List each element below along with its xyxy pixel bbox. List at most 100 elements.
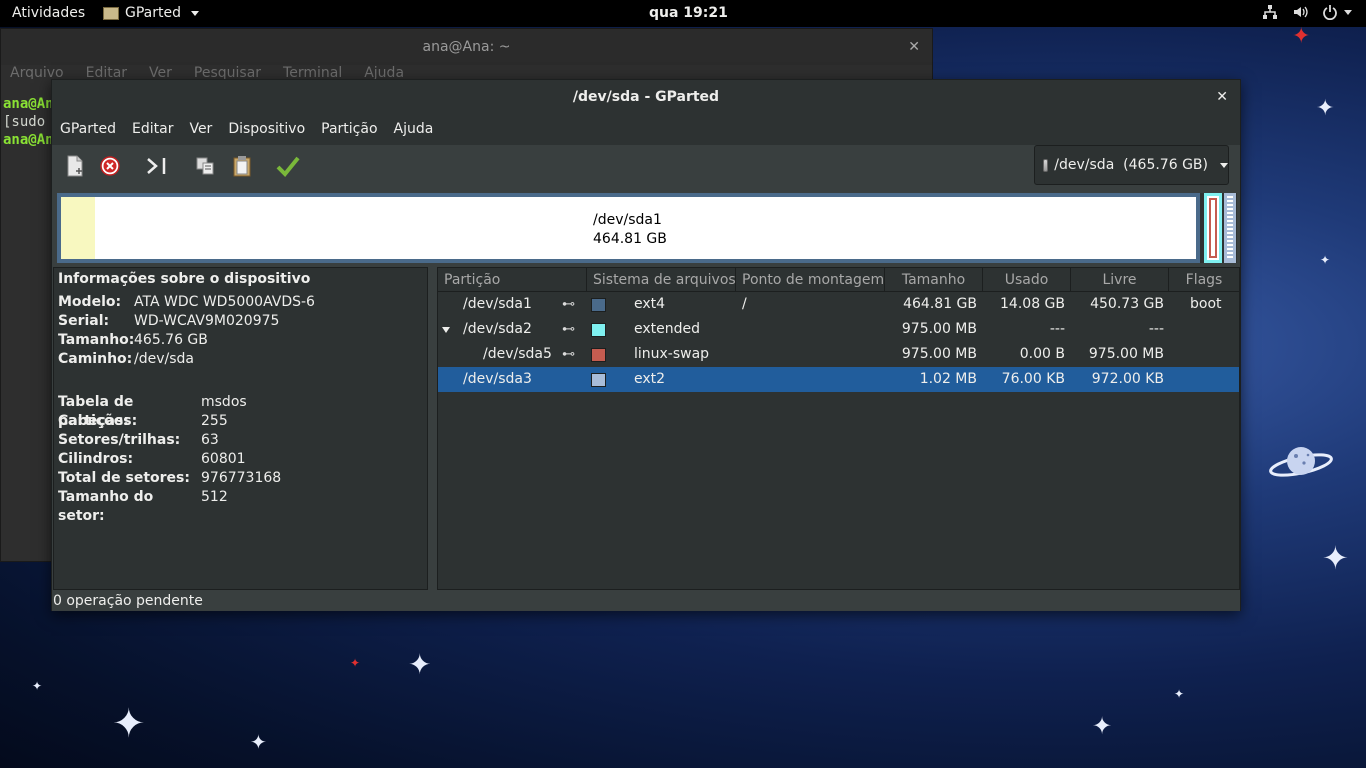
star-decoration: ✦ (1292, 24, 1311, 49)
new-document-icon (67, 155, 83, 177)
info-heads: 255 (201, 413, 228, 429)
terminal-line: ana@An (3, 96, 54, 112)
filesystem-color-swatch (591, 373, 606, 387)
close-icon[interactable]: ✕ (908, 29, 920, 65)
info-label: Modelo: (58, 294, 122, 310)
table-row[interactable]: /dev/sda5 ⊷ linux-swap 975.00 MB 0.00 B 975.0… (438, 342, 1239, 367)
info-sector-size: 512 (201, 489, 228, 505)
copy-icon (196, 157, 214, 175)
cell-filesystem: ext4 (634, 296, 666, 312)
cell-used: 0.00 B (1019, 346, 1065, 362)
table-header: Partição Sistema de arquivos Ponto de mo… (438, 268, 1239, 292)
info-model: ATA WDC WD5000AVDS-6 (134, 294, 315, 310)
terminal-menu-terminal[interactable]: Terminal (283, 65, 342, 79)
terminal-line: [sudo (3, 114, 46, 130)
info-label: Total de setores: (58, 470, 190, 486)
star-decoration: ✦ (1174, 687, 1185, 701)
copy-button[interactable] (192, 153, 218, 179)
menu-dispositivo[interactable]: Dispositivo (228, 115, 313, 145)
apply-button[interactable] (275, 153, 301, 179)
cell-free: 972.00 KB (1091, 371, 1164, 387)
cell-size: 975.00 MB (901, 346, 977, 362)
paste-button[interactable] (229, 153, 255, 179)
terminal-output[interactable]: ana@An [sudo ana@An (3, 95, 54, 149)
menu-ajuda[interactable]: Ajuda (394, 115, 442, 145)
star-decoration: ✦ (408, 648, 432, 681)
info-label: Caminho: (58, 351, 133, 367)
terminal-menu-editar[interactable]: Editar (86, 65, 127, 79)
activities-button[interactable]: Atividades (12, 5, 85, 21)
column-header-free[interactable]: Livre (1071, 268, 1169, 291)
terminal-menu-pesquisar[interactable]: Pesquisar (194, 65, 261, 79)
column-header-flags[interactable]: Flags (1169, 268, 1239, 291)
cell-size: 975.00 MB (901, 321, 977, 337)
column-header-particao[interactable]: Partição (438, 268, 587, 291)
disk-map-partition-sda2[interactable] (1204, 193, 1222, 263)
volume-icon (1294, 6, 1308, 18)
chevron-down-icon (191, 10, 199, 16)
power-icon (1323, 5, 1337, 20)
info-label: Cabeças: (58, 413, 129, 429)
system-tray[interactable] (1262, 4, 1352, 20)
resize-move-button[interactable] (144, 153, 170, 179)
info-label: Tabela de partições: (58, 394, 138, 429)
terminal-menubar: Arquivo Editar Ver Pesquisar Terminal Aj… (1, 65, 932, 79)
harddisk-icon (1043, 158, 1049, 172)
cell-free: 450.73 GB (1090, 296, 1164, 312)
gparted-titlebar[interactable]: /dev/sda - GParted ✕ (52, 80, 1240, 115)
expander-icon[interactable] (442, 327, 450, 333)
used-space-bar (61, 197, 95, 259)
column-header-mountpoint[interactable]: Ponto de montagem (736, 268, 885, 291)
info-size: 465.76 GB (134, 332, 208, 348)
info-path: /dev/sda (134, 351, 194, 367)
cell-used: 76.00 KB (1001, 371, 1065, 387)
table-row[interactable]: /dev/sda1 ⊷ ext4 / 464.81 GB 14.08 GB 450.73 G… (438, 292, 1239, 317)
partition-table[interactable]: Partição Sistema de arquivos Ponto de mo… (437, 267, 1240, 590)
cell-size: 1.02 MB (919, 371, 977, 387)
disk-map-partition-sda1[interactable]: /dev/sda1 464.81 GB (57, 193, 1200, 263)
app-menu-label: GParted (125, 5, 181, 21)
gparted-window[interactable]: /dev/sda - GParted ✕ GParted Editar Ver … (51, 79, 1241, 611)
table-row[interactable]: /dev/sda3 ext2 1.02 MB 76.00 KB 972.00 KB (438, 367, 1239, 392)
delete-partition-button[interactable] (97, 153, 123, 179)
cell-free: 975.00 MB (1088, 346, 1164, 362)
terminal-line: ana@An (3, 132, 54, 148)
menu-particao[interactable]: Partição (321, 115, 385, 145)
column-header-size[interactable]: Tamanho (885, 268, 983, 291)
table-row[interactable]: /dev/sda2 ⊷ extended 975.00 MB --- --- (438, 317, 1239, 342)
cell-partition: /dev/sda2 (463, 321, 532, 337)
column-header-filesystem[interactable]: Sistema de arquivos (587, 268, 736, 291)
info-serial: WD-WCAV9M020975 (134, 313, 280, 329)
key-icon: ⊷ (562, 347, 575, 362)
terminal-menu-arquivo[interactable]: Arquivo (10, 65, 64, 79)
close-icon[interactable]: ✕ (1216, 80, 1228, 115)
star-decoration: ✦ (32, 679, 43, 693)
terminal-titlebar[interactable]: ana@Ana: ~ ✕ (1, 29, 932, 65)
clock[interactable]: qua 19:21 (649, 5, 728, 21)
disk-map-partition-sda5[interactable] (1209, 198, 1217, 258)
menu-ver[interactable]: Ver (189, 115, 220, 145)
cell-flags: boot (1190, 296, 1222, 312)
info-label: Tamanho: (58, 332, 135, 348)
terminal-menu-ver[interactable]: Ver (149, 65, 172, 79)
device-selector[interactable]: /dev/sda (465.76 GB) (1034, 145, 1229, 185)
disk-map-label: /dev/sda1 464.81 GB (593, 211, 667, 249)
gparted-app-icon (103, 6, 119, 20)
info-label: Tamanho do setor: (58, 489, 154, 524)
table-body: /dev/sda1 ⊷ ext4 / 464.81 GB 14.08 GB 450.73 G… (438, 292, 1239, 392)
info-sectors: 63 (201, 432, 219, 448)
filesystem-color-swatch (591, 323, 606, 337)
column-header-used[interactable]: Usado (983, 268, 1071, 291)
menu-gparted[interactable]: GParted (60, 115, 124, 145)
info-total-sectors: 976773168 (201, 470, 282, 486)
app-menu[interactable]: GParted (103, 5, 199, 21)
disk-map-partition-sda3[interactable] (1224, 193, 1236, 263)
cell-used: 14.08 GB (1000, 296, 1065, 312)
new-partition-button[interactable] (62, 153, 88, 179)
menu-editar[interactable]: Editar (132, 115, 181, 145)
chevron-down-icon (1220, 162, 1228, 168)
chevron-down-icon (1344, 9, 1352, 15)
filesystem-color-swatch (591, 348, 606, 362)
cell-filesystem: linux-swap (634, 346, 710, 362)
terminal-menu-ajuda[interactable]: Ajuda (364, 65, 404, 79)
